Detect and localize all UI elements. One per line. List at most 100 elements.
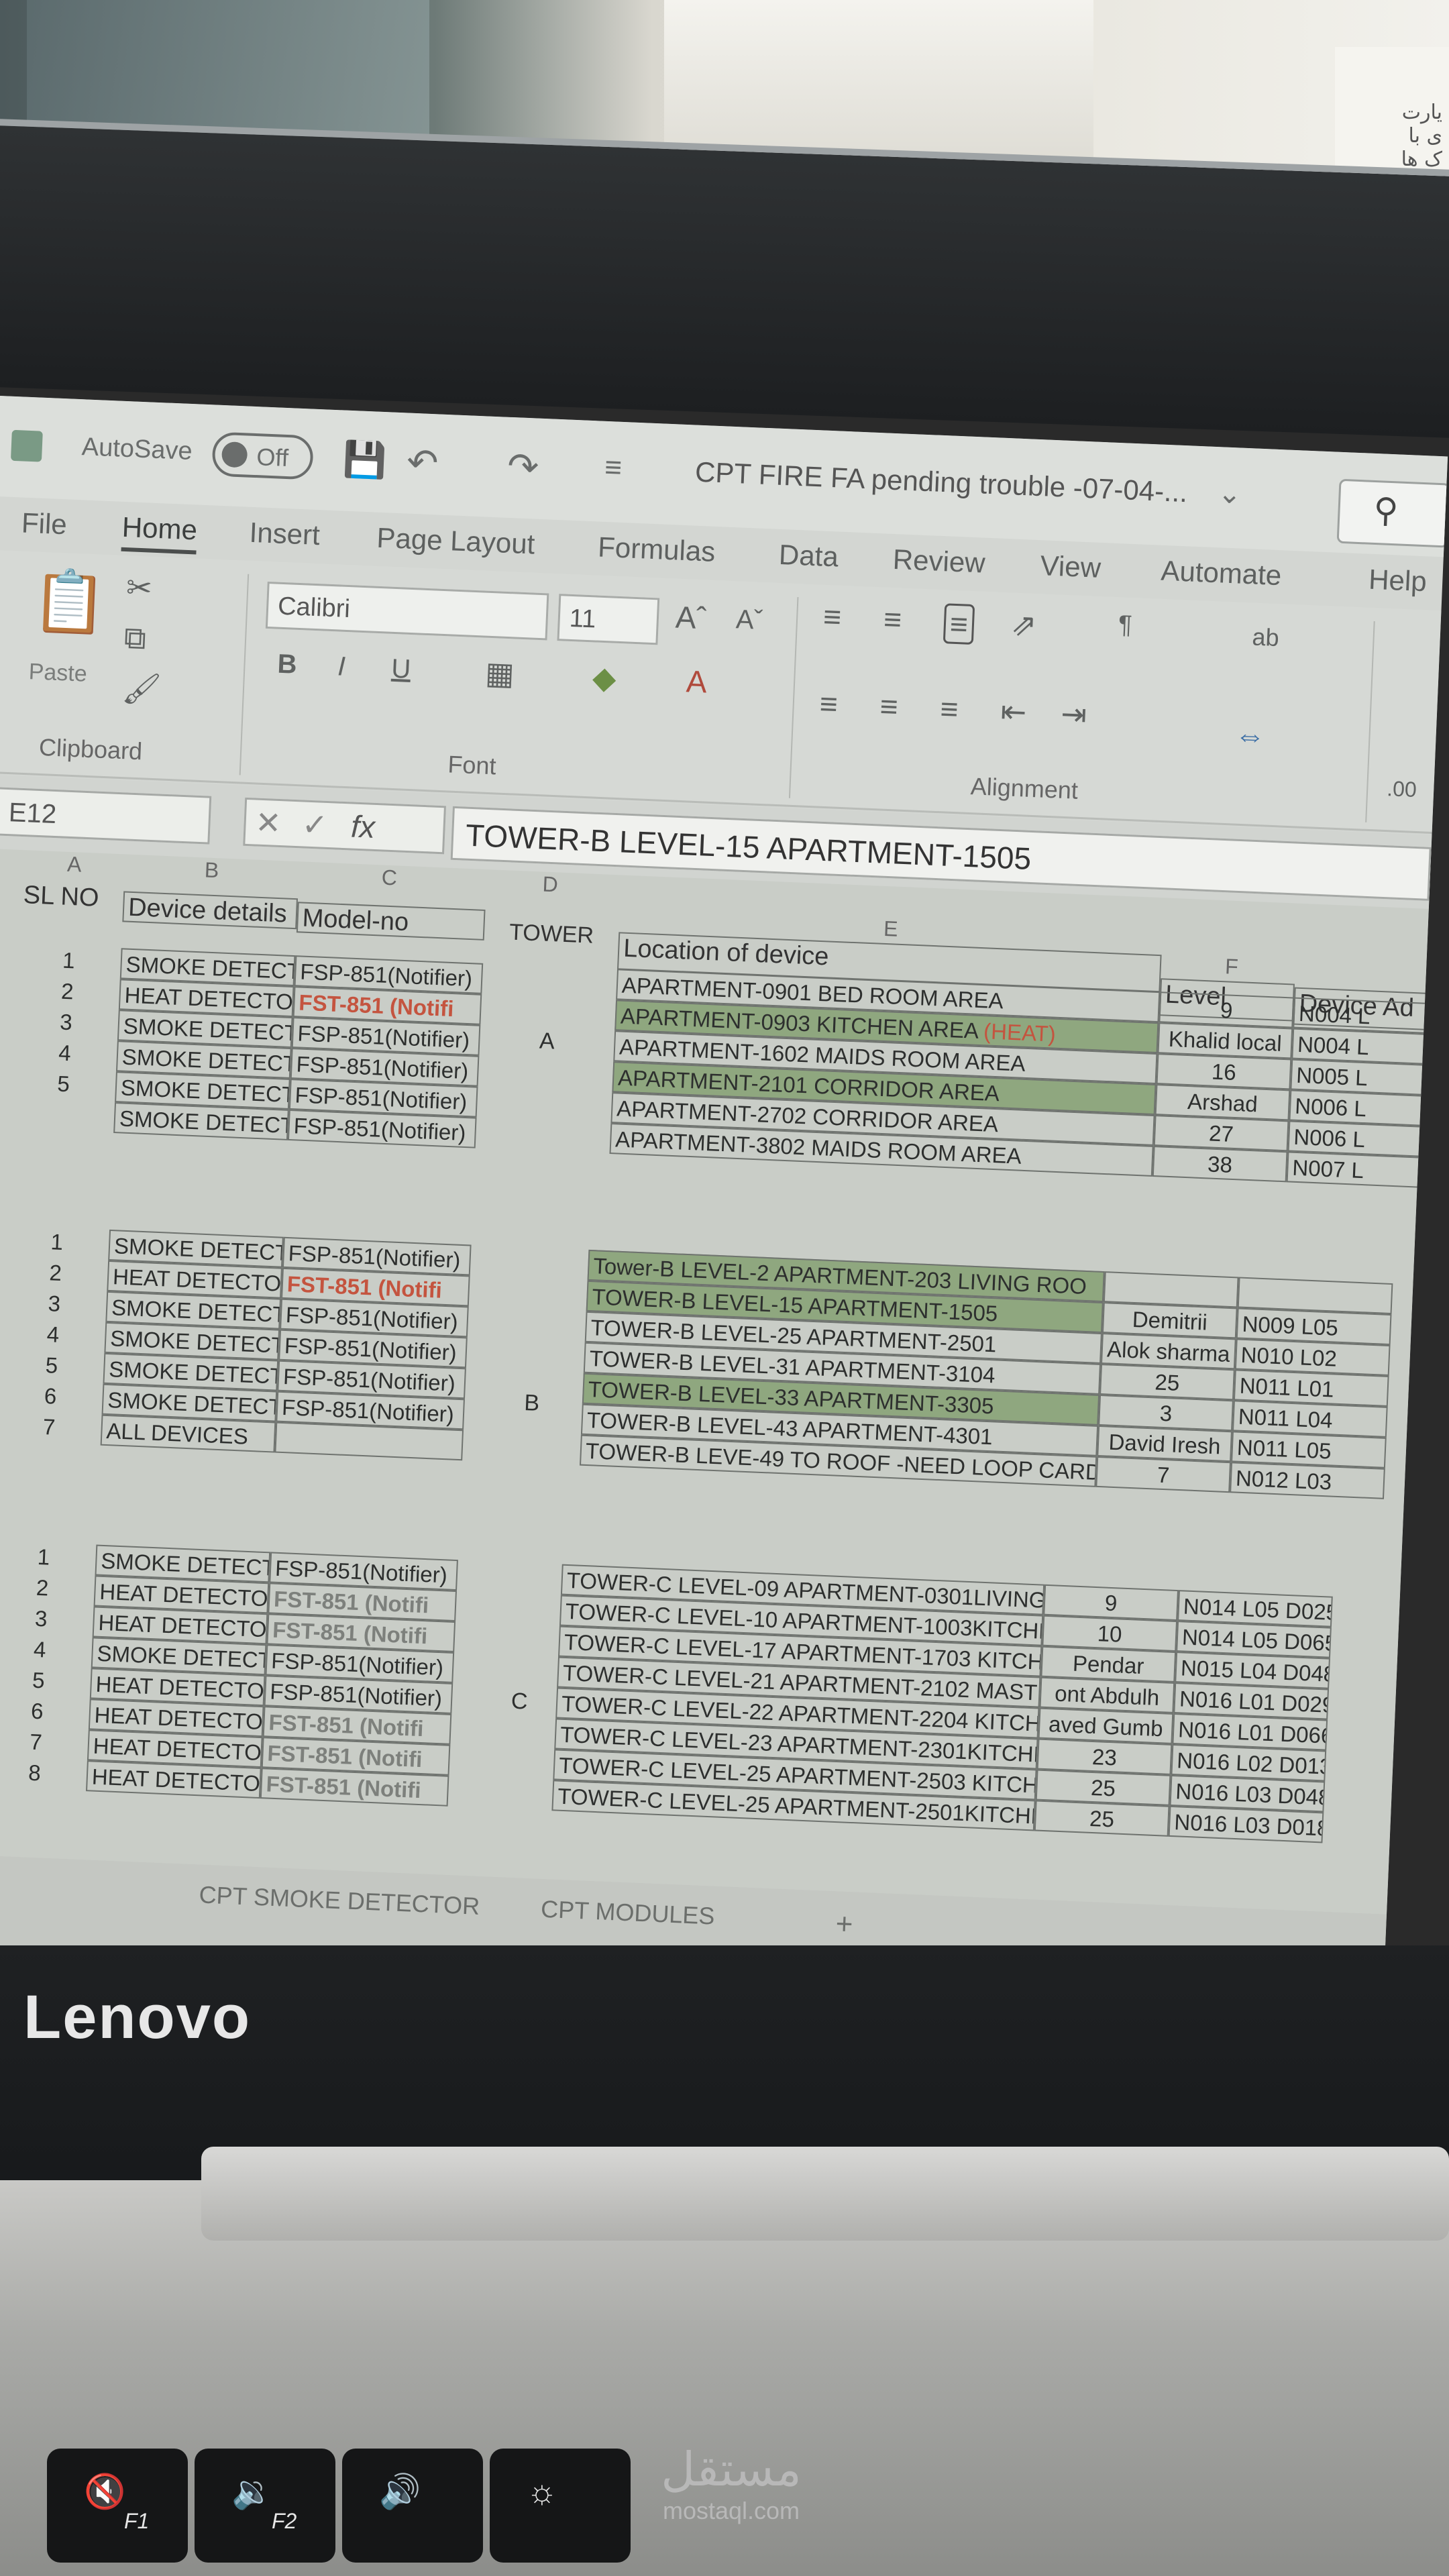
level-cell[interactable]: 25 [1035, 1769, 1171, 1806]
level-cell[interactable]: Alok sharma [1101, 1333, 1236, 1370]
sl-no-cell[interactable]: 2 [3, 1256, 108, 1291]
number-format-partial[interactable]: .00 [1387, 776, 1417, 802]
text-direction-icon[interactable]: ¶ [1118, 610, 1132, 640]
search-button[interactable]: ⚲ [1336, 478, 1448, 548]
level-cell[interactable]: 27 [1153, 1115, 1289, 1152]
tower-a-label[interactable]: A [480, 1024, 615, 1060]
paste-icon[interactable]: 📋 [30, 565, 108, 639]
tab-automate[interactable]: Automate [1161, 555, 1283, 592]
tab-file[interactable]: File [21, 507, 68, 541]
level-cell[interactable]: 7 [1095, 1456, 1232, 1493]
header-device-details[interactable]: Device details [122, 891, 299, 930]
wrap-text-icon[interactable]: ab [1252, 623, 1280, 652]
autosave-toggle[interactable]: Off [211, 431, 314, 480]
level-cell[interactable]: 9 [1043, 1584, 1179, 1621]
tab-insert[interactable]: Insert [249, 517, 321, 551]
level-cell[interactable]: Arshad [1155, 1084, 1291, 1121]
sl-no-cell[interactable]: 1 [0, 1540, 96, 1575]
sheet-tab-modules[interactable]: CPT MODULES [540, 1895, 715, 1931]
tab-page-layout[interactable]: Page Layout [376, 522, 536, 561]
level-cell[interactable]: aved Gumb [1038, 1707, 1174, 1744]
insert-function-icon[interactable]: fx [350, 808, 376, 844]
align-center-icon[interactable]: ≡ [879, 688, 899, 724]
align-bottom-icon[interactable]: ≡ [943, 603, 975, 645]
borders-icon[interactable]: ▦ [484, 655, 515, 692]
italic-button[interactable]: I [337, 651, 346, 682]
sl-no-cell[interactable]: 7 [0, 1725, 89, 1760]
header-sl-no[interactable]: SL NO [19, 880, 127, 916]
header-tower[interactable]: TOWER [484, 916, 619, 953]
sl-no-cell[interactable]: 2 [0, 1571, 95, 1606]
level-cell[interactable]: 38 [1152, 1145, 1288, 1183]
sl-no-cell[interactable]: 6 [0, 1379, 103, 1414]
column-header-a[interactable]: A [20, 850, 129, 884]
sl-no-cell[interactable]: 5 [11, 1067, 116, 1102]
level-cell[interactable]: 23 [1036, 1738, 1173, 1775]
font-color-icon[interactable]: A [686, 663, 708, 700]
align-top-icon[interactable]: ≡ [822, 598, 842, 635]
tower-b-label[interactable]: B [464, 1385, 600, 1421]
sl-no-cell[interactable]: 5 [0, 1348, 104, 1383]
merge-center-icon[interactable]: ⇔ [1234, 716, 1266, 754]
sl-no-cell[interactable]: 1 [4, 1225, 109, 1260]
column-header-b[interactable]: B [127, 855, 297, 891]
name-box[interactable]: E12 [0, 787, 212, 845]
tab-review[interactable]: Review [892, 543, 986, 580]
device-cell[interactable]: ALL DEVICES [100, 1414, 276, 1453]
sl-no-cell[interactable]: 3 [1, 1287, 107, 1322]
customize-toolbar-icon[interactable]: ≡ [604, 451, 623, 485]
address-cell[interactable]: N012 L03 [1230, 1462, 1385, 1499]
fill-color-icon[interactable]: ◆ [592, 659, 617, 696]
sl-no-cell[interactable]: 6 [0, 1695, 90, 1729]
f2-key[interactable]: 🔉 F2 [195, 2449, 335, 2563]
level-cell[interactable]: 10 [1042, 1615, 1178, 1652]
chevron-down-icon[interactable]: ⌄ [1218, 476, 1242, 510]
device-cell[interactable]: HEAT DETECTOR [86, 1760, 262, 1799]
sl-no-cell[interactable]: 3 [0, 1602, 94, 1637]
tab-data[interactable]: Data [778, 539, 839, 574]
cut-icon[interactable]: ✂ [125, 569, 153, 606]
align-middle-icon[interactable]: ≡ [883, 600, 902, 637]
sheet-tab-smoke-detector[interactable]: CPT SMOKE DETECTOR [199, 1880, 480, 1920]
level-cell[interactable]: 3 [1098, 1394, 1234, 1432]
add-sheet-button[interactable]: + [835, 1907, 854, 1941]
redo-icon[interactable]: ↷ [506, 444, 540, 490]
tab-help[interactable]: Help [1368, 564, 1427, 598]
level-cell[interactable]: Khalid local [1157, 1022, 1293, 1059]
increase-font-icon[interactable]: Aˆ [675, 598, 707, 636]
sl-no-cell[interactable]: 2 [15, 975, 120, 1010]
sl-no-cell[interactable]: 4 [12, 1036, 117, 1071]
font-name-select[interactable]: Calibri [265, 581, 549, 641]
device-cell[interactable]: SMOKE DETECTO [113, 1102, 289, 1140]
address-cell[interactable]: N007 L [1286, 1151, 1442, 1189]
sl-no-cell[interactable]: 3 [13, 1006, 119, 1040]
bold-button[interactable]: B [277, 649, 298, 680]
address-cell[interactable]: N016 L03 D018 [1168, 1805, 1324, 1843]
worksheet-grid[interactable]: A B C D E F SL NO Device details Model-n… [0, 848, 1448, 1915]
level-cell[interactable]: ont Abdulh [1039, 1676, 1175, 1713]
tab-home[interactable]: Home [121, 511, 198, 555]
level-cell[interactable]: Pendar [1040, 1646, 1177, 1683]
sl-no-cell[interactable] [9, 1098, 115, 1133]
sl-no-cell[interactable]: 7 [0, 1410, 102, 1445]
level-cell[interactable]: 25 [1099, 1363, 1235, 1401]
level-cell[interactable]: 25 [1034, 1800, 1170, 1837]
sl-no-cell[interactable]: 5 [0, 1664, 91, 1699]
column-header-d[interactable]: D [482, 869, 618, 904]
decrease-font-icon[interactable]: Aˇ [735, 604, 763, 636]
sl-no-cell[interactable]: 4 [1, 1318, 106, 1352]
sl-no-cell[interactable]: 8 [0, 1756, 87, 1791]
level-cell[interactable] [1103, 1271, 1239, 1308]
level-cell[interactable]: 9 [1159, 991, 1295, 1028]
sl-no-cell[interactable]: 4 [0, 1633, 93, 1668]
tab-view[interactable]: View [1040, 549, 1102, 584]
level-cell[interactable]: David Iresh [1097, 1425, 1232, 1462]
level-cell[interactable]: Demitrii [1102, 1302, 1238, 1339]
align-right-icon[interactable]: ≡ [940, 690, 959, 727]
font-size-select[interactable]: 11 [557, 594, 660, 645]
cancel-icon[interactable]: ✕ [255, 805, 282, 841]
increase-indent-icon[interactable]: ⇥ [1060, 696, 1087, 733]
decrease-indent-icon[interactable]: ⇤ [1000, 693, 1028, 731]
f4-key[interactable]: ☼ [490, 2449, 631, 2563]
level-cell[interactable]: 16 [1156, 1053, 1292, 1090]
